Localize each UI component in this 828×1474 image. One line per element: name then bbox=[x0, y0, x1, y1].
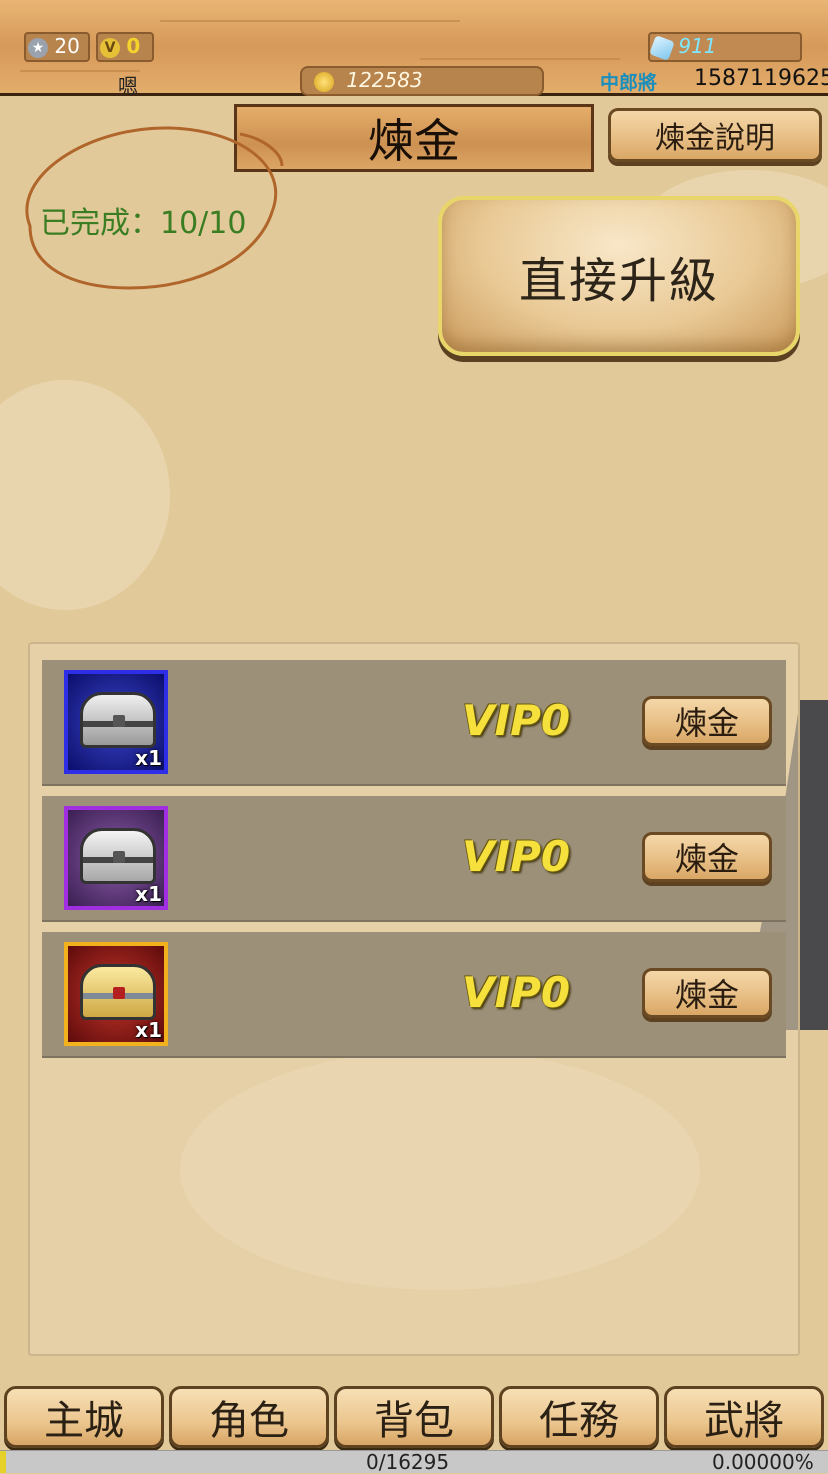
wood-grain bbox=[160, 20, 460, 22]
gold-coin-icon bbox=[314, 71, 334, 92]
nav-main-city[interactable]: 主城 bbox=[4, 1386, 164, 1448]
completion-status: 已完成：10/10 bbox=[40, 206, 247, 241]
diamond-amount: 911 bbox=[678, 34, 717, 58]
player-name: 嗯 bbox=[118, 74, 138, 98]
nav-label: 任務 bbox=[539, 1398, 619, 1444]
item-slot[interactable]: x1 bbox=[64, 942, 168, 1046]
alchemy-row: x1 VIP0 煉金 bbox=[42, 796, 786, 922]
diamond-icon bbox=[649, 34, 675, 61]
item-quantity: x1 bbox=[135, 882, 162, 906]
nav-label: 主城 bbox=[44, 1398, 124, 1444]
silver-chest-icon bbox=[80, 692, 156, 748]
vip-requirement: VIP0 bbox=[462, 696, 571, 745]
alchemy-button-label: 煉金 bbox=[674, 704, 739, 742]
direct-upgrade-label: 直接升級 bbox=[518, 253, 719, 309]
nav-character[interactable]: 角色 bbox=[169, 1386, 329, 1448]
alchemy-button[interactable]: 煉金 bbox=[642, 696, 772, 746]
gold-chest-icon bbox=[80, 964, 156, 1020]
alchemy-button-label: 煉金 bbox=[674, 976, 739, 1014]
nav-label: 背包 bbox=[374, 1398, 454, 1444]
star-icon: ★ bbox=[28, 37, 48, 58]
star-counter: ★ 20 bbox=[24, 32, 90, 62]
alchemy-help-label: 煉金說明 bbox=[655, 121, 775, 156]
alchemy-button-label: 煉金 bbox=[674, 840, 739, 878]
background-cloud bbox=[0, 380, 170, 610]
player-id: 1587119625 bbox=[694, 66, 828, 91]
star-count: 20 bbox=[54, 34, 80, 58]
alchemy-button[interactable]: 煉金 bbox=[642, 832, 772, 882]
diamond-counter: 911 bbox=[648, 32, 802, 62]
nav-backpack[interactable]: 背包 bbox=[334, 1386, 494, 1448]
item-quantity: x1 bbox=[135, 746, 162, 770]
gold-counter: 122583 bbox=[300, 66, 544, 96]
vip-counter: V 0 bbox=[96, 32, 154, 62]
nav-quests[interactable]: 任務 bbox=[499, 1386, 659, 1448]
vip-requirement: VIP0 bbox=[462, 968, 571, 1017]
top-status-bar: ★ 20 V 0 嗯 122583 911 中郎將 1587119625 bbox=[0, 0, 828, 98]
direct-upgrade-button[interactable]: 直接升級 bbox=[438, 196, 800, 356]
wood-grain bbox=[420, 58, 620, 60]
vip-requirement: VIP0 bbox=[462, 832, 571, 881]
nav-generals[interactable]: 武將 bbox=[664, 1386, 824, 1448]
vip-icon: V bbox=[100, 37, 120, 58]
vip-count: 0 bbox=[126, 34, 141, 58]
experience-percent: 0.00000% bbox=[712, 1450, 814, 1474]
nav-label: 武將 bbox=[704, 1398, 784, 1444]
nav-label: 角色 bbox=[209, 1398, 289, 1444]
alchemy-row: x1 VIP0 煉金 bbox=[42, 932, 786, 1058]
silver-chest-icon bbox=[80, 828, 156, 884]
gold-amount: 122583 bbox=[346, 68, 423, 92]
item-slot[interactable]: x1 bbox=[64, 670, 168, 774]
experience-value: 0/16295 bbox=[366, 1450, 450, 1474]
alchemy-row: x1 VIP0 煉金 bbox=[42, 660, 786, 786]
page-title-text: 煉金 bbox=[368, 114, 460, 168]
alchemy-help-button[interactable]: 煉金說明 bbox=[608, 108, 822, 162]
experience-bar-fill bbox=[0, 1451, 6, 1473]
rank-label: 中郎將 bbox=[600, 72, 658, 94]
alchemy-button[interactable]: 煉金 bbox=[642, 968, 772, 1018]
item-quantity: x1 bbox=[135, 1018, 162, 1042]
item-slot[interactable]: x1 bbox=[64, 806, 168, 910]
